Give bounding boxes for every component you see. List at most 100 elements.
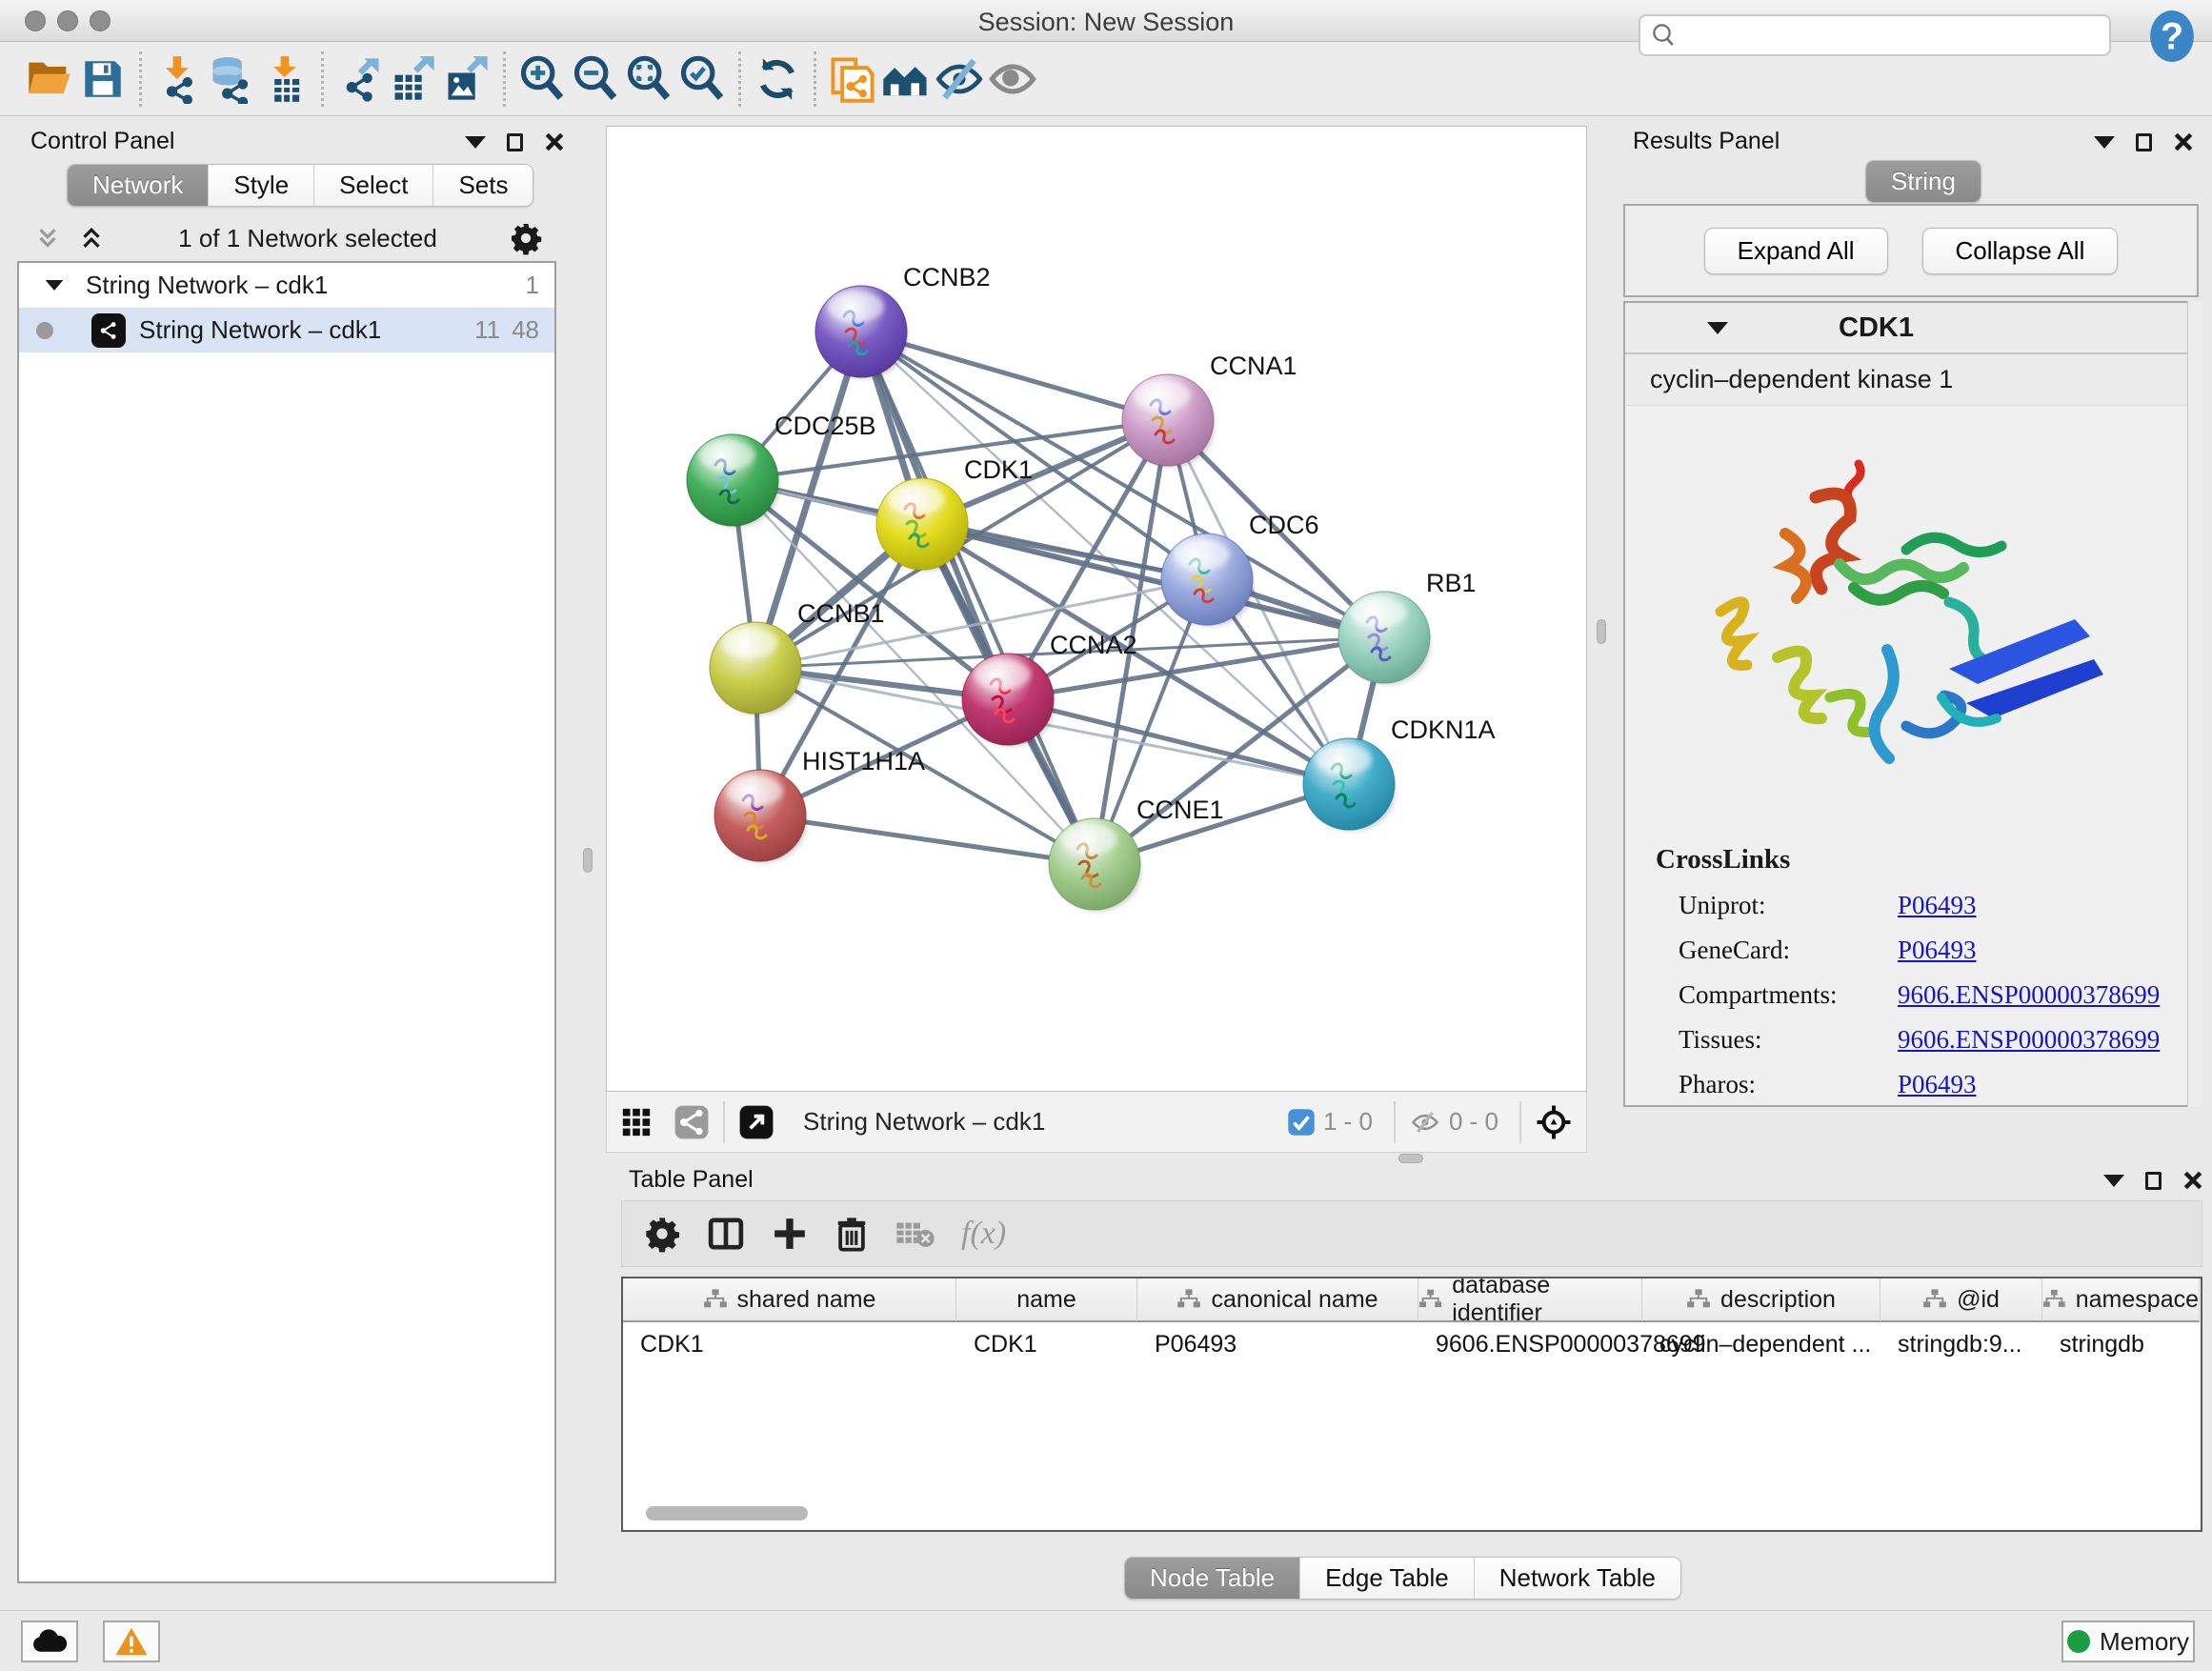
network-node-CDK1[interactable]	[876, 478, 968, 571]
hide-selected-button[interactable]	[933, 52, 986, 106]
show-columns-icon[interactable]	[706, 1215, 746, 1253]
column-header-name[interactable]: name	[956, 1278, 1137, 1322]
table-cell[interactable]: 9606.ENSP00000378699	[1418, 1322, 1642, 1366]
tab-node-table[interactable]: Node Table	[1125, 1558, 1299, 1599]
export-table-button[interactable]	[387, 52, 440, 106]
network-graph[interactable]: CCNB2CCNA1CDC25BCDK1CDC6RB1CCNB1CCNA2CDK…	[607, 127, 1586, 1091]
tab-network[interactable]: Network	[68, 165, 208, 206]
column-header-description[interactable]: description	[1642, 1278, 1880, 1322]
copy-network-button[interactable]	[826, 52, 879, 106]
table-cell[interactable]: cyclin–dependent ...	[1642, 1322, 1880, 1366]
help-button[interactable]: ?	[2147, 10, 2197, 63]
table-cell[interactable]: CDK1	[956, 1322, 1137, 1366]
crosslink-value-link[interactable]: 9606.ENSP00000378699	[1898, 980, 2160, 1010]
network-node-CDC25B[interactable]	[687, 434, 778, 527]
open-session-button[interactable]	[23, 52, 76, 106]
search-input[interactable]	[1679, 22, 2109, 50]
import-network-database-button[interactable]	[205, 52, 258, 106]
memory-button[interactable]: Memory	[2061, 1621, 2195, 1662]
apply-layout-button[interactable]	[751, 52, 804, 106]
network-node-CCNA1[interactable]	[1122, 374, 1214, 467]
import-table-file-button[interactable]	[258, 52, 312, 106]
export-network-button[interactable]	[333, 52, 387, 106]
close-panel-icon[interactable]	[2173, 131, 2194, 152]
network-node-CCNA2[interactable]	[962, 654, 1054, 746]
float-panel-icon[interactable]	[2136, 133, 2152, 151]
network-collection-row[interactable]: String Network – cdk1 1	[19, 263, 554, 308]
table-cell[interactable]: CDK1	[623, 1322, 956, 1366]
entry-expander-icon[interactable]	[1707, 322, 1728, 334]
network-node-CCNB2[interactable]	[815, 286, 907, 378]
column-header-namespace[interactable]: namespace	[2042, 1278, 2200, 1322]
results-scrollbar-track[interactable]	[2187, 301, 2202, 1107]
expand-all-chevrons-icon[interactable]	[76, 224, 107, 252]
collapse-all-button[interactable]: Collapse All	[1922, 228, 2119, 274]
network-node-CCNE1[interactable]	[1049, 818, 1140, 911]
table-hscrollbar-thumb[interactable]	[646, 1506, 808, 1520]
show-all-button[interactable]	[986, 52, 1039, 106]
tab-string[interactable]: String	[1866, 161, 1981, 202]
add-column-plus-icon[interactable]	[771, 1215, 809, 1253]
crosslink-value-link[interactable]: P06493	[1898, 1070, 1977, 1099]
network-canvas[interactable]: CCNB2CCNA1CDC25BCDK1CDC6RB1CCNB1CCNA2CDK…	[606, 126, 1587, 1092]
zoom-out-button[interactable]	[569, 52, 622, 106]
gear-icon[interactable]	[509, 221, 543, 255]
zoom-selected-button[interactable]	[675, 52, 729, 106]
delete-column-trash-icon[interactable]	[834, 1215, 870, 1253]
network-node-HIST1H1A[interactable]	[714, 770, 806, 862]
crosslink-value-link[interactable]: P06493	[1898, 936, 1977, 965]
import-network-file-button[interactable]	[151, 52, 205, 106]
table-cell[interactable]: P06493	[1137, 1322, 1418, 1366]
panel-menu-icon[interactable]	[2103, 1175, 2124, 1187]
network-badge-icon[interactable]	[674, 1104, 710, 1140]
network-node-CDC6[interactable]	[1161, 534, 1253, 626]
panel-menu-icon[interactable]	[465, 136, 486, 149]
network-node-CDKN1A[interactable]	[1303, 738, 1395, 831]
table-settings-gear-icon[interactable]	[643, 1215, 681, 1253]
grid-view-icon[interactable]	[620, 1106, 653, 1138]
network-edge[interactable]	[760, 815, 1095, 864]
collection-expander-icon[interactable]	[46, 280, 64, 291]
crosslink-value-link[interactable]: 9606.ENSP00000378699	[1898, 1025, 2160, 1055]
column-header-shared-name[interactable]: shared name	[623, 1278, 956, 1322]
hidden-eye-slash-icon[interactable]	[1409, 1108, 1441, 1137]
float-panel-icon[interactable]	[2145, 1172, 2162, 1190]
column-header-database-identifier[interactable]: database identifier	[1418, 1278, 1642, 1322]
bottom-splitter-handle[interactable]	[1398, 1154, 1423, 1163]
expand-all-button[interactable]: Expand All	[1704, 228, 1888, 274]
crosshair-icon[interactable]	[1535, 1103, 1573, 1141]
network-node-RB1[interactable]	[1338, 592, 1430, 684]
tab-edge-table[interactable]: Edge Table	[1299, 1558, 1474, 1599]
float-panel-icon[interactable]	[507, 133, 523, 151]
right-splitter-handle[interactable]	[1597, 619, 1606, 644]
cloud-status-button[interactable]	[21, 1621, 78, 1662]
collapse-all-chevrons-icon[interactable]	[32, 224, 63, 252]
left-splitter-handle[interactable]	[583, 848, 593, 873]
selected-checkbox-icon[interactable]	[1287, 1108, 1316, 1137]
tab-select[interactable]: Select	[313, 165, 432, 206]
open-in-new-window-icon[interactable]	[738, 1104, 774, 1140]
zoom-fit-button[interactable]	[622, 52, 675, 106]
network-node-CCNB1[interactable]	[710, 622, 801, 715]
crosslink-value-link[interactable]: P06493	[1898, 891, 1977, 920]
export-image-button[interactable]	[440, 52, 493, 106]
zoom-in-button[interactable]	[515, 52, 569, 106]
panel-menu-icon[interactable]	[2094, 136, 2115, 149]
delete-table-icon[interactable]	[895, 1217, 936, 1251]
save-session-button[interactable]	[76, 52, 130, 106]
tab-style[interactable]: Style	[208, 165, 313, 206]
function-builder-icon[interactable]: f(x)	[961, 1216, 1006, 1252]
node-entry-header[interactable]: CDK1	[1625, 303, 2197, 354]
network-edge[interactable]	[861, 332, 1095, 864]
tab-sets[interactable]: Sets	[432, 165, 533, 206]
close-panel-icon[interactable]	[2182, 1170, 2203, 1191]
table-row[interactable]: CDK1CDK1P064939606.ENSP00000378699cyclin…	[623, 1322, 2201, 1366]
warnings-button[interactable]	[103, 1621, 160, 1662]
close-panel-icon[interactable]	[544, 131, 565, 152]
network-row[interactable]: String Network – cdk1 11 48	[19, 308, 554, 352]
column-header-@id[interactable]: @id	[1880, 1278, 2042, 1322]
tab-network-table[interactable]: Network Table	[1474, 1558, 1680, 1599]
column-header-canonical-name[interactable]: canonical name	[1137, 1278, 1418, 1322]
table-cell[interactable]: stringdb	[2042, 1322, 2200, 1366]
first-neighbors-button[interactable]	[879, 52, 933, 106]
